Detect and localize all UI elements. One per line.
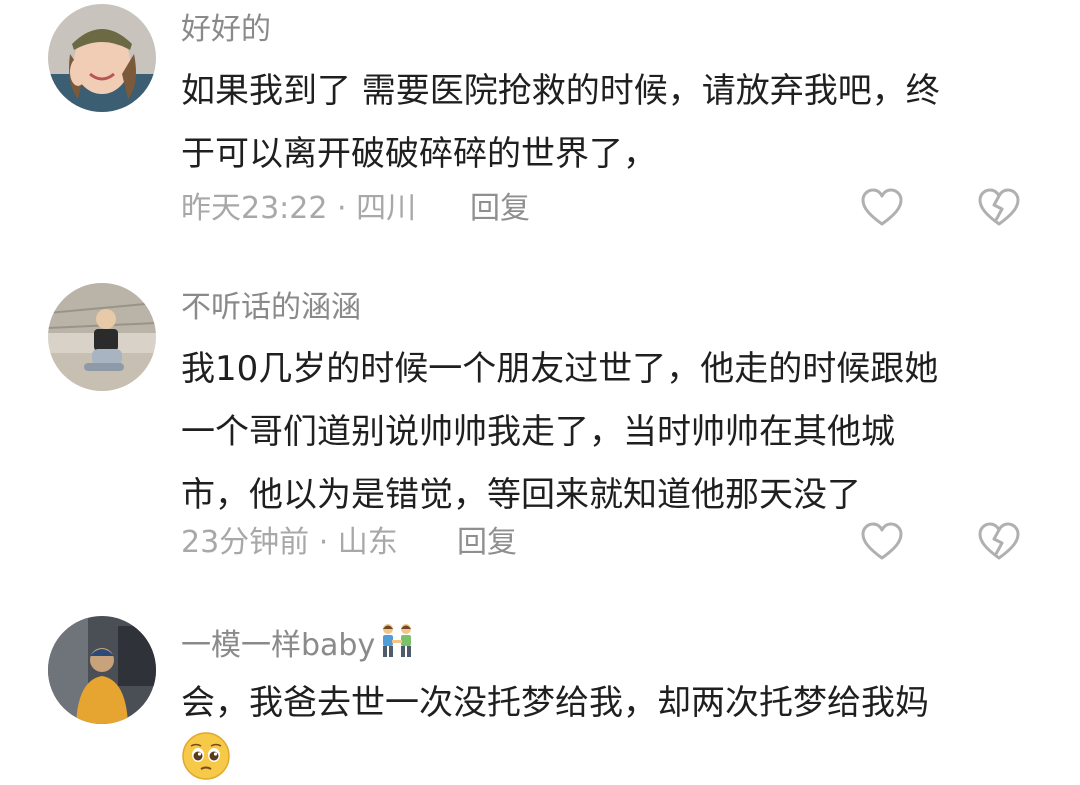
comment-text-line: 会，我爸去世一次没托梦给我，却两次托梦给我妈 — [181, 683, 929, 723]
like-button[interactable] — [860, 522, 904, 562]
comment-text: 如果我到了 需要医院抢救的时候，请放弃我吧，终 于可以离开破破碎碎的世界了， — [181, 60, 1041, 186]
comment-time-location: 23分钟前 · 山东 — [181, 525, 398, 560]
comment-text-line: 如果我到了 需要医院抢救的时候，请放弃我吧，终 — [181, 71, 940, 111]
comment-text-line: 一个哥们道别说帅帅我走了，当时帅帅在其他城 — [181, 412, 895, 452]
comment-text-line: 市，他以为是错觉，等回来就知道他那天没了 — [181, 475, 861, 515]
broken-heart-icon — [978, 188, 1020, 226]
broken-heart-icon — [978, 522, 1020, 560]
reply-button[interactable]: 回复 — [470, 189, 530, 229]
dislike-button[interactable] — [977, 188, 1021, 228]
avatar[interactable] — [48, 283, 156, 391]
two-men-holding-hands-icon — [377, 622, 417, 669]
comment-text-line: 我10几岁的时候一个朋友过世了，他走的时候跟她 — [181, 349, 939, 389]
comment-text-line: 于可以离开破破碎碎的世界了， — [181, 134, 657, 174]
pleading-face-icon — [181, 731, 231, 781]
comment-username[interactable]: 不听话的涵涵 — [181, 288, 361, 328]
comment-time-location: 昨天23:22 · 四川 — [181, 191, 417, 226]
heart-outline-icon — [861, 522, 903, 560]
comment-username[interactable]: 好好的 — [181, 10, 271, 50]
heart-outline-icon — [861, 188, 903, 226]
dislike-button[interactable] — [977, 522, 1021, 562]
comment-text: 我10几岁的时候一个朋友过世了，他走的时候跟她 一个哥们道别说帅帅我走了，当时帅… — [181, 338, 1041, 527]
like-button[interactable] — [860, 188, 904, 228]
comment-text: 会，我爸去世一次没托梦给我，却两次托梦给我妈 — [181, 672, 1041, 735]
reply-button[interactable]: 回复 — [457, 523, 517, 563]
comment-username-text: 一模一样baby — [181, 628, 376, 663]
comment-username[interactable]: 一模一样baby — [181, 622, 417, 669]
avatar[interactable] — [48, 4, 156, 112]
avatar[interactable] — [48, 616, 156, 724]
